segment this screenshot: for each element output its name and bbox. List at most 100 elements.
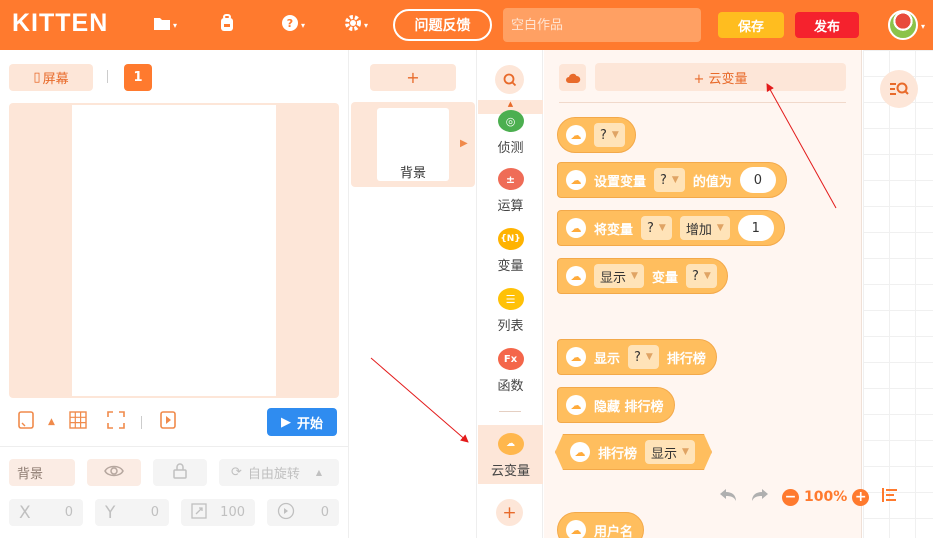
stage-preview[interactable] [9,103,339,398]
block-hide-leaderboard[interactable]: ☁ 隐藏 排行榜 [557,387,675,423]
variable-dropdown[interactable]: ? ▼ [594,123,625,147]
block-set-cloud-variable[interactable]: ☁ 设置变量 ? ▼ 的值为 0 [557,162,787,198]
screen-page-number[interactable]: 1 [124,64,152,91]
fullscreen-icon[interactable] [107,411,125,433]
rotation-mode-select[interactable]: ⟳ 自由旋转 ▲ [219,459,339,486]
help-menu[interactable]: ? ▾ [281,14,305,36]
caret-right-icon[interactable]: ▶ [460,138,468,149]
background-card[interactable]: 背景 ▶ [351,102,475,187]
top-bar: KITTEN ▾ ? ▾ ▾ 问题反馈 保存 发布 ▾ [0,0,933,50]
feedback-button[interactable]: 问题反馈 [393,9,492,41]
scale-icon [191,502,207,523]
show-hide-dropdown[interactable]: 显示 ▼ [594,264,644,288]
stage-canvas[interactable] [72,105,276,396]
caret-up-icon: ▲ [315,468,323,477]
show-hide-dropdown[interactable]: 显示 ▼ [645,440,695,464]
start-button[interactable]: ▶ 开始 [267,408,337,436]
screen-button[interactable]: ▯ 屏幕 [9,64,93,91]
y-value: 0 [150,505,159,520]
x-value: 0 [64,505,73,520]
operation-dropdown[interactable]: 增加 ▼ [679,216,730,240]
align-blocks-icon[interactable] [881,487,899,507]
cloud-settings-icon[interactable] [559,64,586,91]
block-cloud-variable-getter[interactable]: ☁ ? ▼ [557,117,636,153]
device-icon[interactable] [18,411,34,433]
phone-rotate-icon: ▯ [33,70,41,85]
block-username[interactable]: ☁ 用户名 [557,512,645,538]
lock-icon [172,462,188,483]
cloud-upload-icon: ☁ [566,395,586,415]
chevron-down-icon: ▾ [173,20,178,30]
sprite-name: 背景 [17,467,44,482]
redo-icon[interactable] [750,487,770,507]
cloud-upload-icon: ☁ [566,347,586,367]
backpack-button[interactable] [218,14,236,36]
cloud-upload-icon: ☁ [566,170,586,190]
block-show-cloud-variable[interactable]: ☁ 显示 ▼ 变量 ? ▼ [557,258,728,294]
lock-toggle[interactable] [153,459,207,486]
value-input[interactable]: 0 [739,167,776,193]
add-cloud-variable-button[interactable]: + 云变量 [595,63,846,91]
screen-button-label: 屏幕 [42,72,69,87]
file-menu[interactable]: ▾ [153,14,177,36]
category-function[interactable]: Fx 函数 [478,348,543,404]
sprite-name-field[interactable]: 背景 [9,459,75,486]
block-text: 设置变量 [594,174,647,190]
block-text: 用户名 [594,524,634,538]
y-position-field[interactable]: Y 0 [95,499,169,526]
block-text: 隐藏 排行榜 [594,399,664,415]
code-workspace[interactable] [863,50,933,538]
cloud-upload-icon: ☁ [566,520,586,538]
background-label: 背景 [399,166,426,181]
scale-value: 100 [220,505,245,520]
variable-dropdown[interactable]: ? ▼ [628,345,659,369]
rotation-field[interactable]: 0 [267,499,339,526]
variable-dropdown[interactable]: ? ▼ [654,168,685,192]
search-icon[interactable] [495,65,524,94]
x-position-field[interactable]: X 0 [9,499,83,526]
function-icon: Fx [497,348,524,370]
category-cloud-variable[interactable]: ☁ 云变量 [478,425,543,484]
category-detect[interactable]: ◎ 侦测 [478,110,543,166]
search-code-icon[interactable] [880,70,918,108]
gear-icon [344,14,362,36]
chevron-down-icon: ▾ [364,20,369,30]
category-panel: ▲ ◎ 侦测 ± 运算 {N} 变量 ☰ 列表 Fx 函数 ☁ 云变量 + [478,50,543,538]
category-operator[interactable]: ± 运算 [478,168,543,224]
add-background-button[interactable]: + [370,64,456,91]
divider [499,411,521,412]
zoom-out-button[interactable]: − [782,488,799,506]
value-input[interactable]: 1 [737,215,774,241]
block-show-leaderboard[interactable]: ☁ 显示 ? ▼ 排行榜 [557,339,717,375]
avatar[interactable] [888,10,918,40]
block-text: 排行榜 [666,351,706,367]
settings-menu[interactable]: ▾ [344,14,368,36]
publish-button[interactable]: 发布 [795,12,859,38]
save-button[interactable]: 保存 [718,12,784,38]
block-text: 排行榜 [598,446,638,462]
project-title-input[interactable] [503,8,701,42]
play-preview-icon[interactable] [160,411,176,433]
add-extension-button[interactable]: + [496,499,523,526]
undo-icon[interactable] [718,487,738,507]
block-leaderboard-reporter[interactable]: ☁ 排行榜 显示 ▼ [555,434,712,470]
backpack-icon [218,14,236,36]
category-variable[interactable]: {N} 变量 [478,228,543,284]
cloud-upload-icon: ☁ [566,218,586,238]
category-label: 运算 [497,199,524,214]
block-text: 将变量 [594,222,634,238]
variable-dropdown[interactable]: ? ▼ [641,216,672,240]
direction-icon [277,502,295,524]
grid-icon[interactable] [69,411,87,433]
category-label: 函数 [497,379,524,394]
block-change-cloud-variable[interactable]: ☁ 将变量 ? ▼ 增加 ▼ 1 [557,210,785,246]
cloud-upload-icon: ☁ [566,266,586,286]
caret-up-icon[interactable]: ▲ [48,417,55,427]
category-label: 列表 [497,319,524,334]
scale-field[interactable]: 100 [181,499,255,526]
zoom-in-button[interactable]: + [852,488,870,506]
rotate-icon: ⟳ [231,465,242,480]
visibility-toggle[interactable] [87,459,141,486]
variable-dropdown[interactable]: ? ▼ [685,264,717,288]
category-list[interactable]: ☰ 列表 [478,288,543,344]
